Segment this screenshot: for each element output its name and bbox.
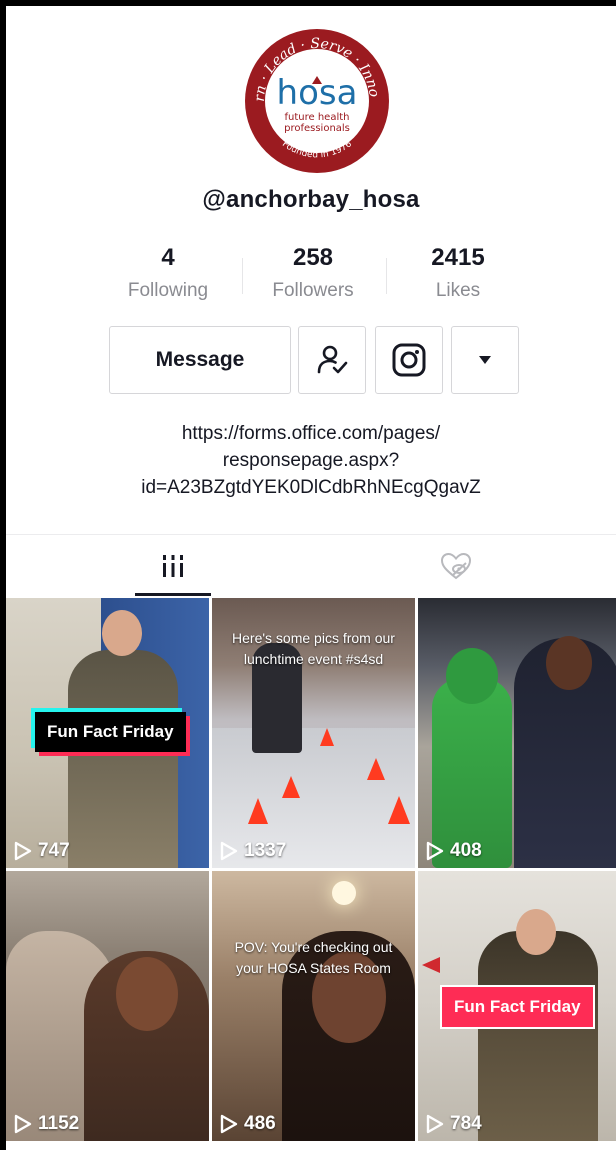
view-count-value: 408 <box>450 840 482 861</box>
instagram-button[interactable] <box>375 326 443 394</box>
mascot-head <box>446 648 498 704</box>
video-tile[interactable]: 1152 <box>6 871 209 1141</box>
play-icon <box>14 841 32 861</box>
bio-line: https://forms.office.com/pages/ <box>181 423 441 444</box>
stat-value: 4 <box>161 244 175 271</box>
profile-screen: Learn · Lead · Serve · Innovate Founded … <box>6 6 616 1150</box>
person-head <box>102 610 142 656</box>
view-count-value: 747 <box>38 840 70 861</box>
logo-tagline-1: future health <box>285 112 350 123</box>
stat-value: 258 <box>292 244 334 271</box>
arrow-left-icon <box>422 957 440 973</box>
stat-following[interactable]: 4 Following <box>93 244 243 302</box>
traffic-cone-icon <box>367 758 385 780</box>
video-tile[interactable]: Fun Fact Friday 747 <box>6 598 209 868</box>
view-count-value: 486 <box>244 1113 276 1134</box>
video-caption: POV: You're checking out your HOSA State… <box>234 939 393 976</box>
ceiling-light <box>332 881 356 905</box>
view-count-value: 1152 <box>38 1113 80 1134</box>
play-icon <box>220 841 238 861</box>
message-button[interactable]: Message <box>109 326 291 394</box>
video-grid: Fun Fact Friday 747 Here's some pics fro… <box>6 598 616 1150</box>
video-tile[interactable]: Fun Fact Friday 784 <box>418 871 616 1141</box>
person-head <box>516 909 556 955</box>
view-count: 1152 <box>14 1113 79 1135</box>
username: @anchorbay_hosa <box>202 186 420 213</box>
active-tab-indicator <box>135 593 211 596</box>
stat-likes[interactable]: 2415 Likes <box>383 244 533 302</box>
caret-down-icon <box>479 356 491 364</box>
traffic-cone-icon <box>282 776 300 798</box>
logo-tagline-2: professionals <box>284 123 350 134</box>
traffic-cone-icon <box>320 728 334 746</box>
video-caption: Here's some pics from our lunchtime even… <box>232 630 395 667</box>
person-silhouette <box>478 931 598 1141</box>
play-icon <box>220 1114 238 1134</box>
stat-label: Followers <box>272 280 354 301</box>
tab-videos[interactable] <box>135 535 211 597</box>
more-button[interactable] <box>451 326 519 394</box>
video-tile[interactable]: 408 <box>418 598 616 868</box>
bio-link[interactable]: https://forms.office.com/pages/ response… <box>6 420 616 501</box>
heart-hidden-icon <box>440 552 472 580</box>
traffic-cone-icon <box>388 796 410 824</box>
play-icon <box>426 1114 444 1134</box>
view-count: 747 <box>14 840 70 862</box>
play-icon <box>426 841 444 861</box>
view-count-value: 784 <box>450 1113 482 1134</box>
tab-liked[interactable] <box>418 535 494 597</box>
video-tile[interactable]: POV: You're checking out your HOSA State… <box>212 871 415 1141</box>
fun-fact-friday-label: Fun Fact Friday <box>440 985 595 1029</box>
traffic-cone-icon <box>248 798 268 824</box>
play-icon <box>14 1114 32 1134</box>
bio-line: responsepage.aspx? <box>222 450 400 471</box>
person-silhouette <box>68 650 178 868</box>
user-check-icon <box>317 345 348 374</box>
stat-value: 2415 <box>431 244 485 271</box>
follow-status-button[interactable] <box>298 326 366 394</box>
hosa-logo-icon: Learn · Lead · Serve · Innovate Founded … <box>242 26 389 173</box>
bio-line: id=A23BZgtdYEK0DlCdbRhNEcgQgavZ <box>141 477 481 498</box>
view-count: 408 <box>426 840 482 862</box>
stat-label: Following <box>127 280 209 301</box>
person-head <box>546 636 592 690</box>
profile-actions: Message <box>6 326 616 394</box>
grid-bars-icon <box>163 555 183 577</box>
view-count: 784 <box>426 1113 482 1135</box>
stat-label: Likes <box>435 280 481 301</box>
instagram-icon <box>392 343 426 377</box>
stat-followers[interactable]: 258 Followers <box>238 244 388 302</box>
video-tile[interactable]: Here's some pics from our lunchtime even… <box>212 598 415 868</box>
profile-stats: 4 Following 258 Followers 2415 Likes <box>6 244 616 314</box>
profile-tabs <box>6 534 616 596</box>
view-count: 486 <box>220 1113 276 1135</box>
view-count-value: 1337 <box>244 840 287 861</box>
fun-fact-friday-label: Fun Fact Friday <box>35 712 186 752</box>
person-head <box>116 957 178 1031</box>
profile-avatar[interactable]: Learn · Lead · Serve · Innovate Founded … <box>242 26 392 176</box>
view-count: 1337 <box>220 840 286 862</box>
